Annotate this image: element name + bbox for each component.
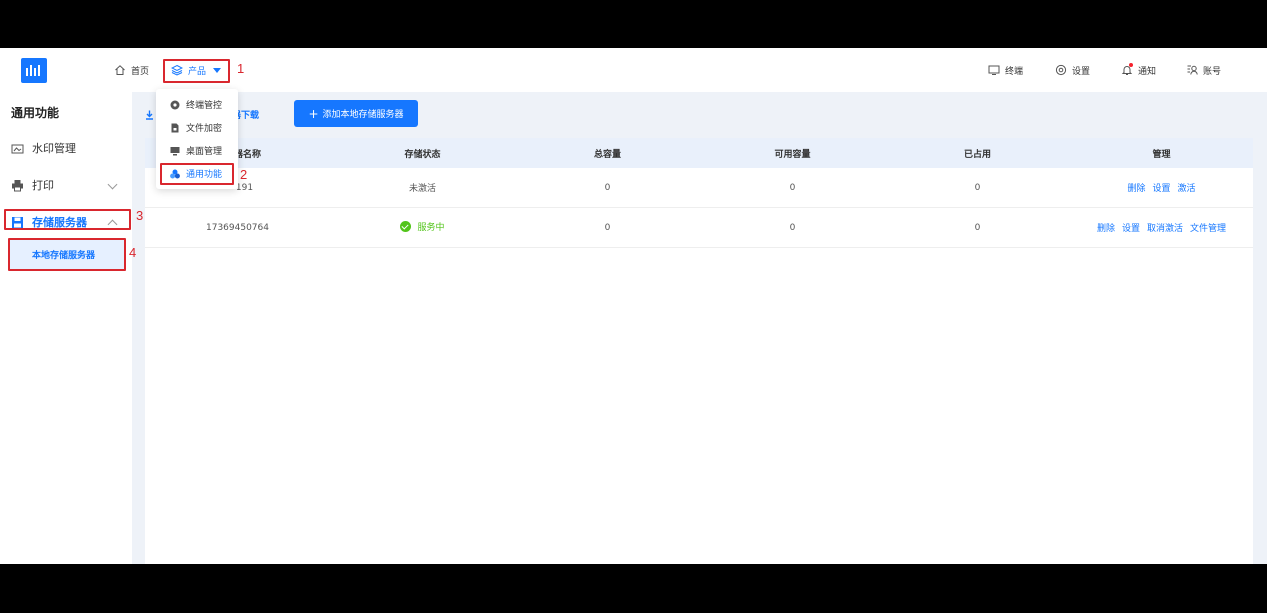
annotation-box-2 xyxy=(160,163,234,185)
plus-icon: + xyxy=(308,106,319,121)
nav-notify-label: 通知 xyxy=(1138,66,1157,77)
nav-home[interactable]: 首页 xyxy=(114,48,149,92)
row-used: 0 xyxy=(974,222,981,233)
annotation-box-4 xyxy=(8,238,126,271)
activate-link[interactable]: 激活 xyxy=(1178,181,1196,194)
delete-link[interactable]: 删除 xyxy=(1097,221,1115,234)
delete-link[interactable]: 删除 xyxy=(1127,181,1145,194)
row-free: 0 xyxy=(789,182,796,193)
file-lock-icon xyxy=(171,123,179,132)
settings-icon xyxy=(1055,64,1067,76)
main-content: 器下载 + 添加本地存储服务器 器名称 存储状态 总容量 可用容量 已占用 管理… xyxy=(145,92,1253,564)
annotation-number-1: 1 xyxy=(237,61,245,76)
printer-icon xyxy=(12,179,23,191)
row-status-cell: 服务中 xyxy=(330,220,515,235)
menu-item-file-encryption[interactable]: 文件加密 xyxy=(156,116,238,139)
nav-terminal-label: 终端 xyxy=(1005,66,1024,77)
row-used: 0 xyxy=(974,182,981,193)
nav-notify[interactable]: 通知 xyxy=(1121,48,1156,92)
header-status: 存储状态 xyxy=(404,149,441,160)
annotation-box-3 xyxy=(4,209,131,230)
check-circle-icon xyxy=(400,221,412,232)
account-icon xyxy=(1187,65,1198,75)
header-manage: 管理 xyxy=(1152,149,1171,160)
toolbar: 器下载 + 添加本地存储服务器 xyxy=(145,92,1253,138)
menu-item-label: 终端管控 xyxy=(186,101,223,111)
sidebar: 通用功能 水印管理 打印 存储服务器 本地存储服务器 xyxy=(0,92,132,564)
nav-home-label: 首页 xyxy=(131,66,150,77)
download-icon xyxy=(146,110,153,120)
nav-settings-label: 设置 xyxy=(1072,66,1091,77)
annotation-number-4: 4 xyxy=(129,245,137,260)
row-status: 未激活 xyxy=(408,184,436,194)
storage-table: 器名称 存储状态 总容量 可用容量 已占用 管理 191 未激活 0 0 0 删… xyxy=(145,138,1253,248)
menu-item-terminal-control[interactable]: 终端管控 xyxy=(156,93,238,116)
nav-account-label: 账号 xyxy=(1203,66,1222,77)
nav-terminal[interactable]: 终端 xyxy=(988,48,1023,92)
annotation-number-3: 3 xyxy=(136,208,144,223)
row-name: 17369450764 xyxy=(206,222,269,233)
row-total: 0 xyxy=(604,182,611,193)
header-used: 已占用 xyxy=(963,149,991,160)
add-local-storage-button[interactable]: + 添加本地存储服务器 xyxy=(294,100,418,127)
settings-link[interactable]: 设置 xyxy=(1152,181,1170,194)
table-row: 191 未激活 0 0 0 删除 设置 激活 xyxy=(145,168,1253,208)
table-row: 17369450764 服务中 0 0 0 删除 设置 取消激活 文件管理 xyxy=(145,208,1253,248)
notification-dot xyxy=(1129,63,1133,67)
sidebar-item-watermark[interactable]: 水印管理 xyxy=(0,133,132,163)
menu-item-label: 文件加密 xyxy=(186,124,223,134)
logo-icon[interactable] xyxy=(21,58,47,83)
file-management-link[interactable]: 文件管理 xyxy=(1190,221,1226,234)
menu-item-desktop-management[interactable]: 桌面管理 xyxy=(156,139,238,162)
annotation-number-2: 2 xyxy=(240,167,248,182)
header-free: 可用容量 xyxy=(774,149,811,160)
nav-settings[interactable]: 设置 xyxy=(1055,48,1090,92)
row-free: 0 xyxy=(789,222,796,233)
settings-link[interactable]: 设置 xyxy=(1122,221,1140,234)
desktop-icon xyxy=(170,146,180,155)
deactivate-link[interactable]: 取消激活 xyxy=(1147,221,1183,234)
row-total: 0 xyxy=(604,222,611,233)
sidebar-title: 通用功能 xyxy=(11,106,60,120)
chevron-down-icon xyxy=(107,179,118,190)
row-actions: 删除 设置 激活 xyxy=(1070,181,1253,194)
add-button-label: 添加本地存储服务器 xyxy=(322,110,404,120)
status-badge: 服务中 xyxy=(400,220,445,233)
watermark-icon xyxy=(11,144,24,153)
header-total: 总容量 xyxy=(593,149,621,160)
sidebar-item-label: 打印 xyxy=(32,179,54,192)
sidebar-item-label: 水印管理 xyxy=(32,142,76,155)
menu-item-label: 桌面管理 xyxy=(186,147,223,157)
monitor-icon xyxy=(988,65,1000,75)
row-status: 服务中 xyxy=(417,223,445,233)
annotation-box-1 xyxy=(163,59,230,83)
table-header: 器名称 存储状态 总容量 可用容量 已占用 管理 xyxy=(145,138,1253,168)
nav-account[interactable]: 账号 xyxy=(1186,48,1221,92)
sidebar-item-print[interactable]: 打印 xyxy=(0,170,132,200)
terminal-control-icon xyxy=(170,100,180,109)
row-actions: 删除 设置 取消激活 文件管理 xyxy=(1070,221,1253,234)
app-window: 首页 产品 终端 设置 通知 账号 通用功能 水印管理 打印 存储服务器 本地存… xyxy=(0,48,1267,564)
home-icon xyxy=(115,65,125,75)
